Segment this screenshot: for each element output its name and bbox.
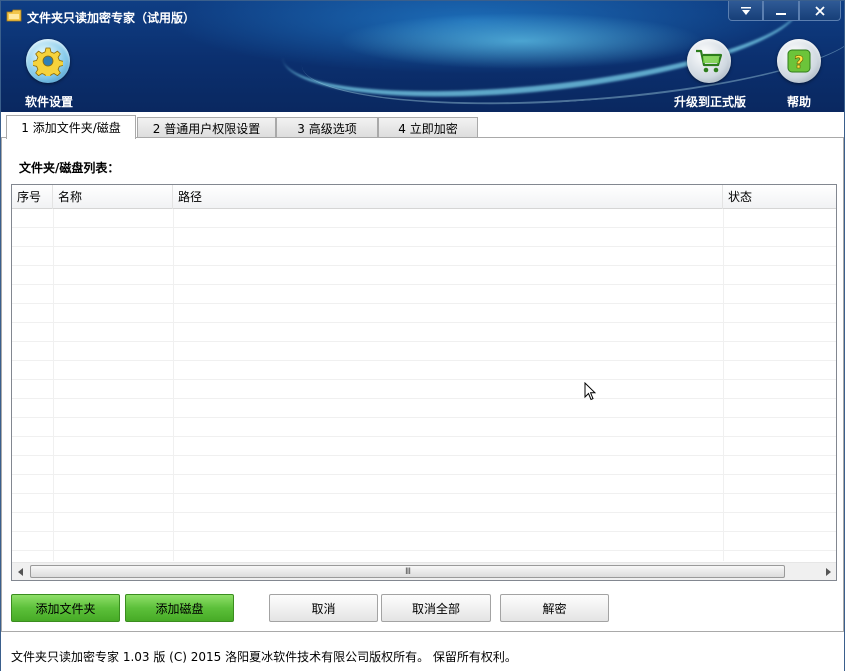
column-header-status[interactable]: 状态: [723, 185, 836, 209]
help-label[interactable]: 帮助: [787, 93, 811, 110]
settings-tool[interactable]: [26, 39, 70, 83]
menu-button[interactable]: [728, 1, 763, 21]
table-row[interactable]: [12, 475, 836, 494]
table-row[interactable]: [12, 418, 836, 437]
help-icon: ?: [787, 49, 811, 73]
table-row[interactable]: [12, 247, 836, 266]
status-bar: 文件夹只读加密专家 1.03 版 (C) 2015 洛阳夏冰软件技术有限公司版权…: [1, 634, 844, 671]
column-header-path[interactable]: 路径: [173, 185, 723, 209]
list-body[interactable]: [12, 209, 836, 561]
table-row[interactable]: [12, 323, 836, 342]
gear-icon: [33, 47, 63, 76]
tab-strip: 1 添加文件夹/磁盘 2 普通用户权限设置 3 高级选项 4 立即加密: [1, 112, 844, 139]
help-tool[interactable]: ?: [777, 39, 821, 83]
table-row[interactable]: [12, 285, 836, 304]
table-row[interactable]: [12, 228, 836, 247]
tab-add-folder-disk[interactable]: 1 添加文件夹/磁盘: [6, 115, 136, 139]
upgrade-circle[interactable]: [687, 39, 731, 83]
arrow-left-icon: [17, 567, 23, 576]
table-row[interactable]: [12, 209, 836, 228]
table-row[interactable]: [12, 361, 836, 380]
app-window: 文件夹只读加密专家（试用版） 软件设置 升级到正式版 ? 帮助 1 添加文件夹/…: [0, 0, 845, 671]
tab-encrypt-now[interactable]: 4 立即加密: [378, 117, 478, 138]
decrypt-button[interactable]: 解密: [500, 594, 609, 622]
table-row[interactable]: [12, 304, 836, 323]
minimize-icon: [776, 12, 786, 15]
cancel-all-button[interactable]: 取消全部: [381, 594, 491, 622]
table-row[interactable]: [12, 399, 836, 418]
settings-label[interactable]: 软件设置: [25, 93, 73, 110]
window-title: 文件夹只读加密专家（试用版）: [27, 11, 196, 25]
copyright-text: 文件夹只读加密专家 1.03 版 (C) 2015 洛阳夏冰软件技术有限公司版权…: [11, 650, 517, 664]
table-row[interactable]: [12, 494, 836, 513]
table-row[interactable]: [12, 437, 836, 456]
table-row[interactable]: [12, 513, 836, 532]
tab-user-permissions[interactable]: 2 普通用户权限设置: [137, 117, 276, 138]
column-divider: [173, 209, 174, 561]
column-header-name[interactable]: 名称: [53, 185, 173, 209]
table-row[interactable]: [12, 266, 836, 285]
horizontal-scrollbar[interactable]: III: [12, 562, 836, 580]
table-row[interactable]: [12, 342, 836, 361]
column-divider: [53, 209, 54, 561]
column-divider: [723, 209, 724, 561]
cancel-button[interactable]: 取消: [269, 594, 378, 622]
column-header-index[interactable]: 序号: [12, 185, 53, 209]
settings-circle[interactable]: [26, 39, 70, 83]
list-label: 文件夹/磁盘列表：: [19, 161, 120, 175]
table-row[interactable]: [12, 380, 836, 399]
arrow-right-icon: [825, 567, 831, 576]
scrollbar-grip: III: [405, 566, 411, 577]
tab-advanced-options[interactable]: 3 高级选项: [276, 117, 378, 138]
mouse-cursor-icon: [584, 382, 596, 401]
scroll-left-button[interactable]: [12, 563, 29, 580]
cart-icon: [696, 49, 723, 73]
upgrade-tool[interactable]: [687, 39, 731, 83]
svg-text:?: ?: [794, 53, 804, 73]
folder-list[interactable]: 序号 名称 路径 状态 III: [11, 184, 837, 581]
close-button[interactable]: [799, 1, 841, 21]
add-folder-button[interactable]: 添加文件夹: [11, 594, 120, 622]
scroll-right-button[interactable]: [819, 563, 836, 580]
table-row[interactable]: [12, 532, 836, 551]
minimize-button[interactable]: [763, 1, 799, 21]
header-banner: 文件夹只读加密专家（试用版） 软件设置 升级到正式版 ? 帮助: [1, 1, 844, 112]
help-circle[interactable]: ?: [777, 39, 821, 83]
add-disk-button[interactable]: 添加磁盘: [125, 594, 234, 622]
list-header: 序号 名称 路径 状态: [12, 185, 836, 209]
chevron-down-icon: [740, 6, 751, 15]
table-row[interactable]: [12, 456, 836, 475]
scrollbar-thumb[interactable]: III: [30, 565, 785, 578]
close-icon: [815, 5, 825, 16]
app-logo-icon: [6, 9, 22, 22]
upgrade-label[interactable]: 升级到正式版: [674, 93, 746, 110]
